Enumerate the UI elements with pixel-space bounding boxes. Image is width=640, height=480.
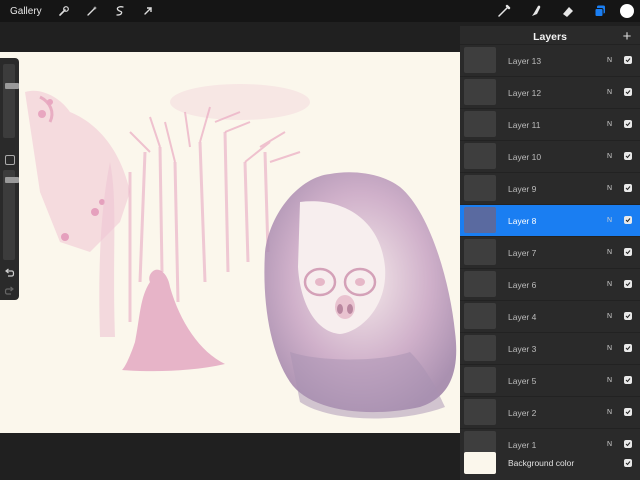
gallery-button[interactable]: Gallery — [0, 6, 50, 17]
background-color-thumbnail — [464, 452, 496, 474]
wrench-icon[interactable] — [50, 0, 78, 22]
layer-thumbnail — [464, 111, 496, 137]
selection-icon[interactable] — [106, 0, 134, 22]
layer-name: Layer 8 — [508, 216, 537, 226]
layer-visibility-checkbox[interactable] — [624, 408, 632, 416]
brush-size-slider[interactable] — [3, 64, 19, 138]
layer-visibility-checkbox[interactable] — [624, 344, 632, 352]
layer-blend-mode[interactable]: N — [607, 173, 612, 205]
color-swatch[interactable] — [620, 4, 634, 18]
layer-name: Layer 11 — [508, 120, 541, 130]
layer-blend-mode[interactable]: N — [607, 365, 612, 397]
layer-row[interactable]: Layer 7 N — [460, 236, 640, 268]
layer-name: Layer 3 — [508, 344, 537, 354]
layer-thumbnail — [464, 143, 496, 169]
layer-visibility-checkbox[interactable] — [624, 376, 632, 384]
layer-visibility-checkbox[interactable] — [624, 56, 632, 64]
layer-visibility-checkbox[interactable] — [624, 280, 632, 288]
layer-row[interactable]: Layer 10 N — [460, 140, 640, 172]
background-color-label: Background color — [508, 458, 575, 468]
layer-visibility-checkbox[interactable] — [624, 248, 632, 256]
layer-visibility-checkbox[interactable] — [624, 216, 632, 224]
undo-icon[interactable] — [3, 266, 16, 279]
layer-thumbnail — [464, 335, 496, 361]
layer-row[interactable]: Layer 5 N — [460, 364, 640, 396]
layer-visibility-checkbox[interactable] — [624, 120, 632, 128]
layer-row[interactable]: Layer 9 N — [460, 172, 640, 204]
layer-blend-mode[interactable]: N — [607, 45, 612, 77]
layer-row[interactable]: Layer 4 N — [460, 300, 640, 332]
layer-row[interactable]: Layer 13 N — [460, 44, 640, 76]
layer-name: Layer 10 — [508, 152, 542, 162]
smudge-icon[interactable] — [520, 0, 552, 22]
layer-row[interactable]: Layer 8 N — [460, 204, 640, 236]
layer-list: Layer 13 N Layer 12 N Layer 11 N Layer 10 N Laye… — [460, 44, 640, 460]
layer-name: Layer 9 — [508, 184, 537, 194]
transform-arrow-icon[interactable] — [134, 0, 162, 22]
redo-icon[interactable] — [3, 284, 16, 297]
left-sidebar — [0, 58, 19, 300]
layer-name: Layer 5 — [508, 376, 537, 386]
layer-row[interactable]: Layer 2 N — [460, 396, 640, 428]
layers-panel: Layers + Layer 13 N Layer 12 N Layer 11 N Laye… — [460, 26, 640, 480]
top-toolbar: Gallery — [0, 0, 640, 22]
magic-wand-icon[interactable] — [78, 0, 106, 22]
drawing-canvas[interactable] — [0, 52, 505, 433]
layer-thumbnail — [464, 367, 496, 393]
brush-size-thumb[interactable] — [5, 83, 19, 89]
layers-icon[interactable] — [584, 0, 616, 22]
layer-visibility-checkbox[interactable] — [624, 88, 632, 96]
layer-blend-mode[interactable]: N — [607, 397, 612, 429]
layer-thumbnail — [464, 175, 496, 201]
layer-name: Layer 12 — [508, 88, 542, 98]
layer-row[interactable]: Layer 3 N — [460, 332, 640, 364]
opacity-slider[interactable] — [3, 170, 19, 260]
layer-blend-mode[interactable]: N — [607, 77, 612, 109]
layer-blend-mode[interactable]: N — [607, 301, 612, 333]
modify-square-icon[interactable] — [5, 155, 15, 165]
layer-name: Layer 4 — [508, 312, 537, 322]
layer-visibility-checkbox[interactable] — [624, 152, 632, 160]
layer-thumbnail — [464, 239, 496, 265]
layer-row[interactable]: Layer 11 N — [460, 108, 640, 140]
layer-thumbnail — [464, 47, 496, 73]
background-color-layer[interactable]: Background color — [460, 450, 640, 480]
layer-blend-mode[interactable]: N — [607, 333, 612, 365]
layer-name: Layer 2 — [508, 408, 537, 418]
artwork — [25, 84, 457, 419]
brush-icon[interactable] — [488, 0, 520, 22]
layer-row[interactable]: Layer 12 N — [460, 76, 640, 108]
layer-blend-mode[interactable]: N — [607, 141, 612, 173]
layer-visibility-checkbox[interactable] — [624, 184, 632, 192]
layer-visibility-checkbox[interactable] — [624, 312, 632, 320]
layer-blend-mode[interactable]: N — [607, 205, 612, 237]
layer-row[interactable]: Layer 6 N — [460, 268, 640, 300]
layer-thumbnail — [464, 207, 496, 233]
layer-thumbnail — [464, 79, 496, 105]
layer-blend-mode[interactable]: N — [607, 237, 612, 269]
opacity-thumb[interactable] — [5, 177, 19, 183]
layer-visibility-checkbox[interactable] — [624, 440, 632, 448]
background-visibility-checkbox[interactable] — [624, 459, 632, 467]
layer-blend-mode[interactable]: N — [607, 269, 612, 301]
layer-thumbnail — [464, 303, 496, 329]
eraser-icon[interactable] — [552, 0, 584, 22]
layer-name: Layer 7 — [508, 248, 537, 258]
layer-thumbnail — [464, 271, 496, 297]
layer-blend-mode[interactable]: N — [607, 109, 612, 141]
layer-name: Layer 13 — [508, 56, 542, 66]
layer-thumbnail — [464, 399, 496, 425]
layer-name: Layer 6 — [508, 280, 537, 290]
